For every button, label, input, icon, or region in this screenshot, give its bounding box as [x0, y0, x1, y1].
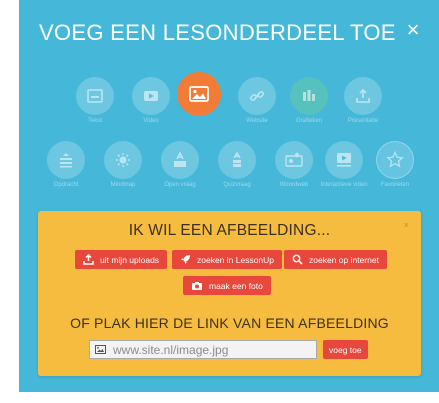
image-icon	[189, 86, 209, 102]
upload-icon	[83, 254, 94, 265]
type-presentation-button[interactable]	[344, 77, 382, 115]
type-video-label: Video	[143, 118, 159, 124]
image-url-input[interactable]	[110, 341, 310, 358]
link-heading: OF PLAK HIER DE LINK VAN EEN AFBEELDING	[70, 315, 389, 331]
search-internet-button-label: zoeken op internet	[309, 254, 379, 265]
type-mindmap-button[interactable]	[104, 141, 142, 179]
type-interactive-video-button[interactable]	[325, 141, 363, 179]
link-icon	[250, 91, 264, 101]
type-mindmap-label: Mindmap	[110, 182, 136, 188]
type-quiz-button[interactable]	[218, 141, 256, 179]
add-url-button[interactable]: voeg toe	[323, 340, 368, 359]
take-photo-button[interactable]: maak een foto	[183, 276, 271, 295]
type-assignment-label: Opdracht	[53, 182, 79, 188]
type-chart-button[interactable]	[290, 77, 328, 115]
video-icon	[144, 91, 158, 101]
dialog-title: VOEG EEN LESONDERDEEL TOE	[39, 20, 396, 45]
type-text-label: Tekst	[87, 118, 102, 124]
close-icon[interactable]: ×	[401, 18, 425, 42]
upload-icon	[356, 88, 370, 103]
text-icon	[87, 89, 103, 103]
uploads-button[interactable]: uit mijn uploads	[75, 250, 168, 269]
image-options-card: × IK WIL EEN AFBEELDING... uit mijn uplo…	[38, 211, 421, 376]
type-image-button[interactable]	[177, 72, 221, 116]
hotspot-icon	[285, 152, 303, 167]
search-internet-button[interactable]: zoeken op internet	[284, 250, 387, 269]
quiz-icon	[233, 152, 241, 167]
image-icon	[90, 345, 110, 354]
type-presentation-label: Presentatie	[347, 118, 379, 124]
type-quiz-label: Quizvraag	[223, 182, 251, 188]
card-heading: IK WIL EEN AFBEELDING...	[128, 222, 331, 239]
chart-icon	[303, 90, 315, 101]
type-assignment-button[interactable]	[47, 141, 85, 179]
open-question-icon	[174, 152, 186, 167]
type-open-question-label: Open vraag	[164, 182, 196, 188]
search-lessonup-button-label: zoeken in LessonUp	[197, 254, 275, 265]
mindmap-icon	[116, 153, 130, 167]
search-icon	[292, 254, 303, 265]
rocket-icon	[181, 255, 190, 264]
type-website-button[interactable]	[238, 77, 276, 115]
image-url-field[interactable]	[89, 340, 317, 359]
add-lesson-part-dialog: VOEG EEN LESONDERDEEL TOE × Tekst Video …	[19, 0, 439, 392]
search-lessonup-button[interactable]: zoeken in LessonUp	[172, 250, 283, 269]
type-favorites-button[interactable]	[376, 141, 414, 179]
type-text-button[interactable]	[76, 77, 114, 115]
type-video-button[interactable]	[132, 77, 170, 115]
question-icon	[60, 153, 72, 168]
type-wordweb-button[interactable]	[275, 141, 313, 179]
uploads-button-label: uit mijn uploads	[100, 254, 160, 265]
type-open-question-button[interactable]	[161, 141, 199, 179]
camera-icon	[192, 281, 202, 290]
type-favorites-label: Favorieten	[380, 182, 410, 188]
interactive-video-icon	[337, 153, 351, 167]
star-icon	[386, 151, 404, 168]
take-photo-button-label: maak een foto	[209, 280, 263, 291]
